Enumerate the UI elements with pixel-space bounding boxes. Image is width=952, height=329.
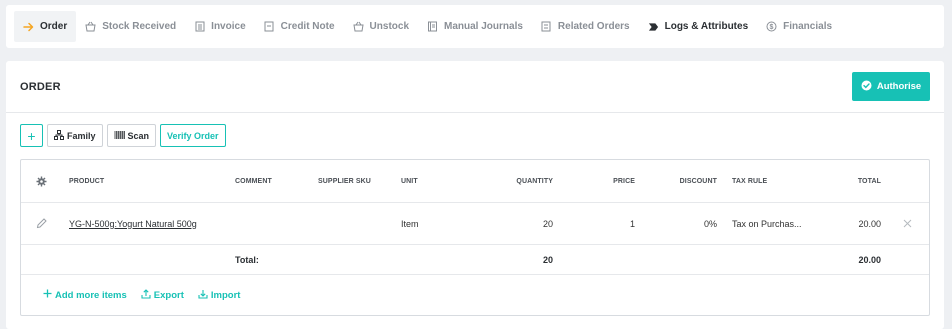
tax-rule-cell[interactable]: Tax on Purchas...: [732, 203, 802, 244]
col-unit: UNIT: [401, 177, 418, 185]
toolbar: + Family Scan Verify Order: [20, 124, 226, 147]
col-tax-rule: TAX RULE: [732, 177, 768, 185]
add-more-items-link[interactable]: Add more items: [43, 289, 127, 301]
quantity-cell[interactable]: 20: [471, 203, 553, 244]
add-button[interactable]: +: [20, 124, 43, 147]
col-total: TOTAL: [857, 177, 881, 185]
import-icon: [198, 289, 208, 302]
hierarchy-icon: [54, 129, 64, 142]
total-amount: 20.00: [858, 254, 881, 265]
tab-label: Invoice: [211, 21, 246, 32]
export-link[interactable]: Export: [141, 288, 184, 302]
scan-button[interactable]: Scan: [106, 124, 157, 147]
tag-icon: [648, 21, 659, 32]
settings-gear-icon[interactable]: [36, 160, 47, 202]
tab-unstock[interactable]: Unstock: [344, 11, 418, 42]
price-cell[interactable]: 1: [561, 203, 635, 244]
page-title: ORDER: [20, 80, 61, 93]
tab-order[interactable]: Order: [14, 11, 77, 42]
order-card: ORDER Authorise + Family Scan Verify Ord…: [6, 61, 944, 329]
tab-logs-attributes[interactable]: Logs & Attributes: [639, 11, 758, 42]
pencil-icon[interactable]: [36, 203, 47, 244]
export-icon: [141, 288, 151, 302]
tab-label: Credit Note: [280, 21, 335, 32]
tab-label: Stock Received: [102, 21, 177, 32]
tab-label: Order: [40, 21, 68, 32]
table-footer: Add more items Export Import: [21, 275, 929, 315]
tab-stock-received[interactable]: Stock Received: [76, 11, 185, 42]
close-icon[interactable]: [903, 203, 912, 244]
total-cell: 20.00: [858, 218, 881, 229]
tab-label: Unstock: [369, 21, 409, 32]
col-price: PRICE: [613, 177, 635, 185]
barcode-icon: [114, 130, 125, 141]
tab-financials[interactable]: $ Financials: [757, 11, 841, 42]
totals-row: Total: 20 20.00: [21, 245, 929, 275]
credit-note-icon: [264, 21, 275, 32]
journal-icon: [427, 21, 438, 32]
family-button[interactable]: Family: [47, 124, 103, 147]
basket-icon: [85, 21, 96, 32]
col-product: PRODUCT: [69, 177, 105, 185]
unit-cell[interactable]: Item: [401, 203, 419, 244]
tab-label: Logs & Attributes: [664, 21, 749, 32]
tab-related-orders[interactable]: Related Orders: [532, 11, 639, 42]
col-discount: DISCOUNT: [679, 177, 717, 185]
tab-credit-note[interactable]: Credit Note: [255, 11, 344, 42]
order-lines-table: PRODUCT COMMENT SUPPLIER SKU UNIT QUANTI…: [20, 159, 930, 316]
basket-icon: [352, 21, 364, 32]
verify-order-button[interactable]: Verify Order: [160, 124, 226, 147]
table-row: YG-N-500g:Yogurt Natural 500g Item 20 1 …: [21, 203, 929, 245]
col-quantity: QUANTITY: [516, 177, 553, 185]
tab-bar: Order Stock Received Invoice Credit Note…: [6, 5, 944, 48]
invoice-icon: [194, 21, 205, 32]
col-supplier-sku: SUPPLIER SKU: [318, 177, 371, 185]
tab-manual-journals[interactable]: Manual Journals: [418, 11, 532, 42]
tab-label: Manual Journals: [444, 21, 523, 32]
authorise-button[interactable]: Authorise: [852, 72, 930, 101]
check-circle-icon: [861, 80, 872, 94]
tab-label: Financials: [783, 21, 833, 32]
dollar-icon: $: [766, 21, 777, 32]
document-icon: [541, 21, 552, 32]
total-quantity: 20: [542, 254, 553, 265]
family-label: Family: [67, 130, 96, 141]
tab-invoice[interactable]: Invoice: [185, 11, 254, 42]
arrow-right-icon: [23, 21, 34, 32]
discount-cell[interactable]: 0%: [641, 203, 717, 244]
tab-label: Related Orders: [557, 21, 630, 32]
table-header-row: PRODUCT COMMENT SUPPLIER SKU UNIT QUANTI…: [21, 160, 929, 203]
col-comment: COMMENT: [235, 177, 272, 185]
import-link[interactable]: Import: [198, 289, 240, 302]
total-label: Total:: [235, 254, 259, 265]
scan-label: Scan: [127, 130, 150, 141]
svg-text:$: $: [770, 24, 774, 31]
plus-icon: [43, 289, 52, 301]
card-header: ORDER Authorise: [6, 61, 944, 113]
product-link[interactable]: YG-N-500g:Yogurt Natural 500g: [69, 203, 197, 244]
authorise-label: Authorise: [876, 81, 922, 92]
